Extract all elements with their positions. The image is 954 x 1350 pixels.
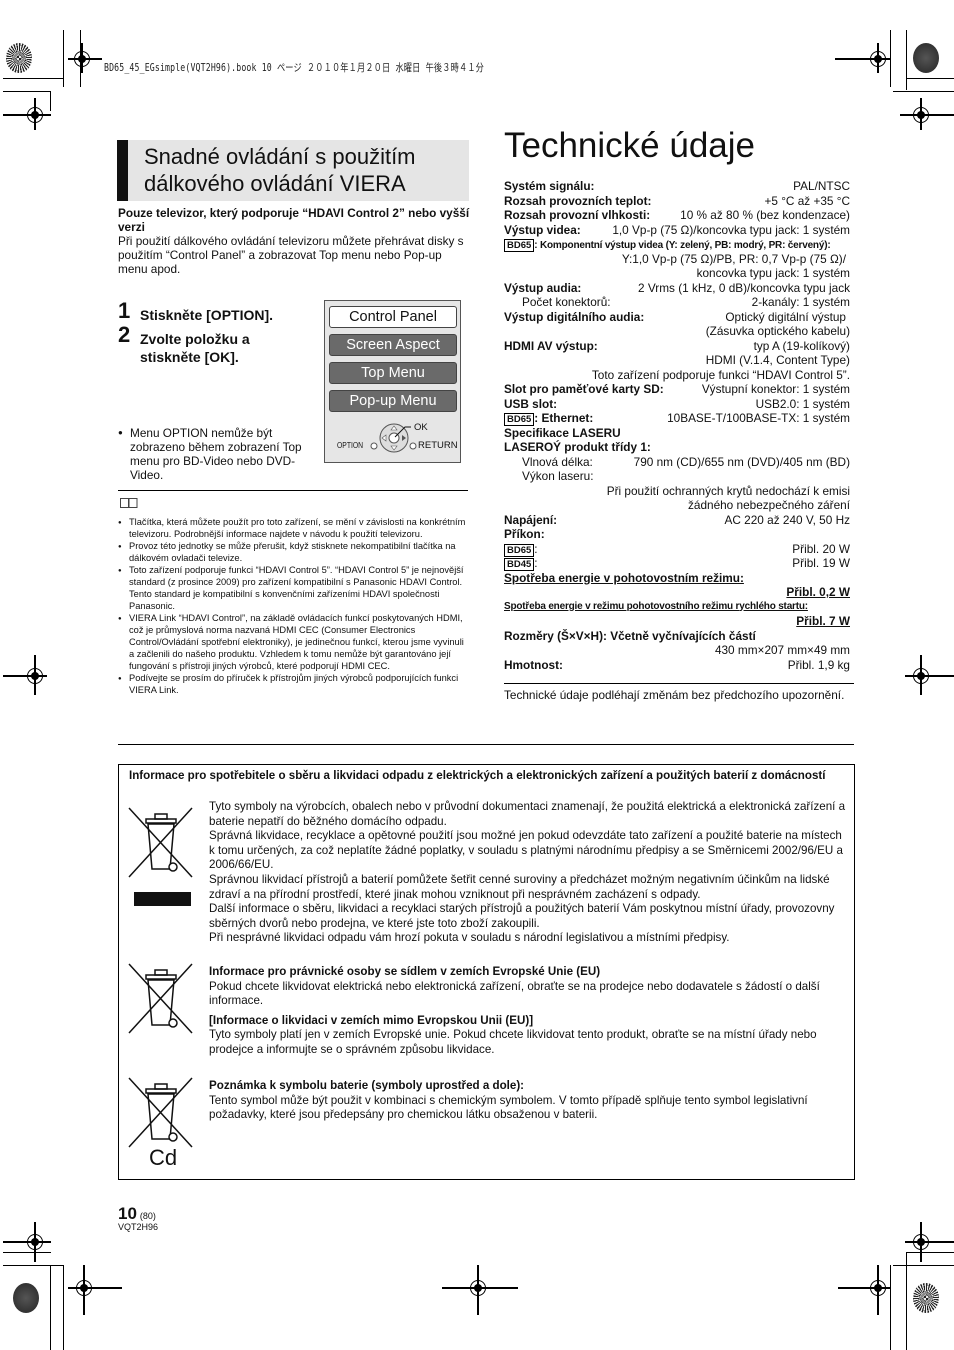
registration-star-bottom-right [913, 1283, 939, 1313]
spec-connectors: Počet konektorů: 2-kanály: 1 systém [522, 295, 850, 309]
model-badge-bd65: BD65 [504, 543, 535, 557]
step-number: 1 [118, 298, 131, 323]
spec-quickstart: Spotřeba energie v režimu pohotovostního… [504, 600, 808, 612]
spec-sd: Slot pro paměťové karty SD: Výstupní kone… [504, 382, 850, 396]
menu-item-top-menu[interactable]: Top Menu [329, 362, 457, 384]
crop-mark [890, 30, 891, 87]
option-menu-illustration: Control Panel Screen Aspect Top Menu Pop… [324, 300, 461, 463]
menu-item-screen-aspect[interactable]: Screen Aspect [329, 334, 457, 356]
note-item: Provoz této jednotky se může přerušit, k… [118, 540, 468, 564]
crop-mark [3, 91, 51, 92]
remote-control-diagram: OK OPTION RETURN [325, 419, 462, 459]
section-title-line2: dálkového ovládání VIERA [144, 171, 406, 196]
step-number: 2 [118, 322, 131, 347]
section-heading: Snadné ovládání s použitím dálkového ovl… [117, 140, 469, 201]
model-badge-bd65: BD65 [504, 413, 535, 426]
note-item: Tlačítka, která můžete použít pro toto z… [118, 516, 468, 540]
divider [118, 744, 854, 745]
crop-mark [893, 91, 954, 92]
chemical-symbol: Cd [149, 1145, 178, 1170]
model-badge-bd65: BD65 [504, 239, 535, 252]
spec-ethernet: BD65: Ethernet: 10BASE-T/100BASE-TX: 1 sy… [504, 411, 850, 426]
crossed-bin-icon [128, 963, 193, 1034]
crop-mark [906, 78, 954, 79]
spec-laser-power: Výkon laseru: [522, 469, 594, 483]
crop-mark [50, 91, 51, 111]
divider [118, 490, 468, 491]
heading-bar [117, 140, 128, 201]
spec-consumption: Příkon: [504, 527, 545, 541]
disposal-title: Informace pro spotřebitele o sběru a lik… [129, 769, 826, 782]
document-code: VQT2H96 [118, 1222, 159, 1232]
crop-mark [3, 78, 63, 79]
crop-mark [50, 1265, 51, 1350]
crossed-bin-icon [128, 807, 193, 878]
option-note: Menu OPTION nemůže být zobrazeno během z… [118, 426, 308, 482]
section-title-line1: Snadné ovládání s použitím [144, 144, 416, 169]
spec-component: BD65: Komponentní výstup videa (Y: zelen… [504, 237, 850, 252]
book-icon [120, 498, 138, 508]
disposal-info-box: Informace pro spotřebitele o sběru a lik… [118, 764, 855, 1180]
crossed-bin-icon [128, 1077, 193, 1148]
spec-standby: Spotřeba energie v pohotovostním režimu: [504, 570, 744, 585]
spec-video: Výstup videa: 1,0 Vp-p (75 Ω)/koncovka ty… [504, 222, 850, 237]
spec-humidity: Rozsah provozní vlhkosti: 10 % až 80 % (b… [504, 208, 850, 222]
notes-list: Tlačítka, která můžete použít pro toto z… [118, 516, 468, 696]
spec-weight: Hmotnost: Přibl. 1,9 kg [504, 657, 850, 672]
registration-star-top-left [6, 43, 32, 73]
model-badge-bd45: BD45 [504, 558, 535, 571]
spec-digital-audio: Výstup digitálního audia: Optický digitál… [504, 309, 846, 324]
spec-audio: Výstup audia: 2 Vrms (1 kHz, 0 dB)/koncov… [504, 280, 850, 295]
return-label: RETURN [418, 440, 458, 451]
spec-dimensions: Rozměry (Š×V×H): Včetně vyčnívajících čá… [504, 628, 756, 643]
spec-wavelength: Vlnová délka: 790 nm (CD)/655 nm (DVD)/40… [522, 454, 850, 469]
spec-hdmi: HDMI AV výstup: typ A (19-kolíkový) [504, 338, 850, 353]
note-item: Toto zařízení podporuje funkci “HDAVI Co… [118, 564, 468, 612]
intro: Pouze televizor, který podporuje “HDAVI … [118, 206, 470, 276]
spec-list: Systém signálu: PAL/NTSC Rozsah provozníc… [504, 179, 850, 672]
crop-mark [63, 30, 64, 87]
crop-mark [3, 1252, 51, 1253]
print-header: BD65_45_EGsimple(VQT2H96).book 10 ページ ２０… [104, 62, 485, 74]
step-label: Zvolte položku a stiskněte [OK]. [140, 331, 250, 365]
spec-usb: USB slot: USB2.0: 1 systém [504, 396, 850, 411]
black-bar-symbol [134, 892, 191, 906]
eu-business-info: Informace pro právnické osoby se sídlem … [209, 965, 820, 1056]
registration-dot-top-right [913, 43, 939, 73]
spec-laser: Specifikace LASERU [504, 425, 621, 440]
option-label: OPTION [337, 441, 364, 450]
spec-temperature: Rozsah provozních teplot: +5 °C až +35 °C [504, 193, 850, 208]
crop-mark [893, 1265, 954, 1266]
divider [504, 683, 854, 684]
page-number: 10 (80) [118, 1204, 156, 1223]
disposal-paragraphs: Tyto symboly na výrobcích, obalech nebo … [209, 800, 846, 945]
page-total: (80) [139, 1211, 156, 1221]
note-item: Podívejte se prosím do příruček k přístr… [118, 672, 468, 696]
page-title: Technické údaje [504, 126, 755, 165]
dpad-icon [370, 423, 417, 453]
crop-mark [906, 30, 907, 90]
menu-item-popup-menu[interactable]: Pop-up Menu [329, 390, 457, 412]
spec-note: Technické údaje podléhají změnám bez pře… [504, 688, 845, 702]
crop-mark [890, 1265, 891, 1350]
note-item: VIERA Link “HDAVI Control”, na základě o… [118, 612, 468, 672]
crop-mark [906, 1252, 954, 1253]
menu-item-control-panel[interactable]: Control Panel [329, 306, 457, 328]
battery-note: Poznámka k symbolu baterie (symboly upro… [209, 1079, 808, 1122]
step-label: Stiskněte [OPTION]. [140, 307, 274, 323]
intro-bold: Pouze televizor, který podporuje “HDAVI … [118, 206, 470, 234]
intro-text: Při použití dálkového ovládání televizor… [118, 234, 464, 276]
crop-mark [906, 1252, 907, 1350]
spec-signal: Systém signálu: PAL/NTSC [504, 179, 850, 193]
ok-label: OK [414, 422, 428, 433]
crop-mark [3, 1265, 63, 1266]
registration-dot-bottom-left [13, 1283, 39, 1313]
spec-power-supply: Napájení: AC 220 až 240 V, 50 Hz [504, 512, 850, 527]
crop-mark [63, 1265, 64, 1350]
